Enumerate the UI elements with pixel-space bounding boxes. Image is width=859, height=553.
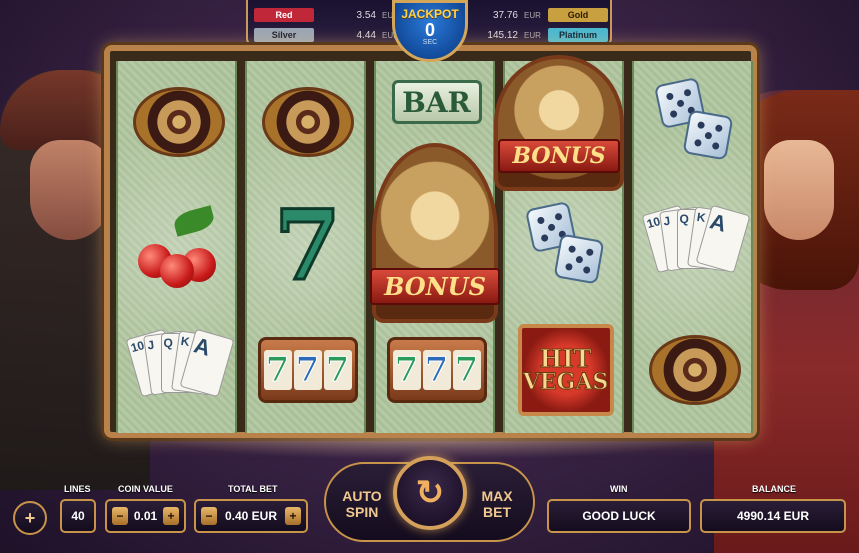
jackpot-tier-currency: EUR <box>524 30 541 40</box>
hit-vegas-icon: HIT VEGAS <box>517 324 614 416</box>
lines-display: 40 <box>60 499 96 533</box>
hit-text: HIT <box>539 344 592 373</box>
jackpot-tier-silver: Silver 4.44 EUR <box>254 26 406 44</box>
symbol-roulette <box>124 67 233 177</box>
cherry-icon <box>134 205 224 288</box>
seven-digit: 7 <box>323 350 352 391</box>
jackpot-tier-platinum: 145.12 EUR Platinum <box>478 26 608 44</box>
symbol-seven: 7 <box>253 191 362 301</box>
lines-value: 40 <box>71 509 85 523</box>
win-label: WIN <box>610 484 628 494</box>
playing-cards-icon: 10 J Q K A <box>641 201 750 291</box>
roulette-wheel-icon <box>261 87 354 157</box>
bonus-wheel-symbol: BONUS <box>370 143 500 323</box>
reel-1: 10 J Q K A <box>116 61 237 433</box>
coin-value: 0.01 <box>133 509 158 523</box>
bar-icon: BAR <box>391 80 482 124</box>
jackpot-tier-name: Red <box>254 8 314 22</box>
symbol-triple-seven: 777 <box>253 315 362 425</box>
seven-digit: 7 <box>263 350 292 391</box>
balance-value: 4990.14 EUR <box>736 509 810 523</box>
symbol-roulette <box>640 315 749 425</box>
bonus-wheel-symbol: BONUS <box>494 55 624 191</box>
total-bet-plus-button[interactable]: + <box>285 507 301 525</box>
max-bet-button[interactable]: MAX BET <box>467 488 527 520</box>
roulette-wheel-icon <box>648 335 741 405</box>
reel-5: 10 J Q K A <box>632 61 753 433</box>
bonus-label: BONUS <box>498 139 620 173</box>
dice-icon <box>650 76 740 167</box>
coin-value-control: − 0.01 + <box>105 499 186 533</box>
spin-arrow-icon: ↻ <box>415 474 445 512</box>
playing-cards-icon: 10 J Q K A <box>125 325 234 415</box>
symbol-dice <box>640 67 749 177</box>
showgirl-face <box>764 140 834 240</box>
seven-digit: 7 <box>422 350 451 391</box>
seven-digit: 7 <box>452 350 481 391</box>
total-bet-minus-button[interactable]: − <box>201 507 217 525</box>
balance-label: BALANCE <box>752 484 796 494</box>
dice-icon <box>521 200 611 291</box>
jackpot-unit: SEC <box>422 39 438 46</box>
jackpot-seconds: 0 <box>424 20 435 40</box>
seven-digit: 7 <box>293 350 322 391</box>
win-value: GOOD LUCK <box>582 509 656 523</box>
reel-2: 7 777 <box>245 61 366 433</box>
seven-icon: 7 <box>273 189 343 302</box>
vegas-text: VEGAS <box>522 369 609 395</box>
win-display: GOOD LUCK <box>547 499 691 533</box>
coin-value-plus-button[interactable]: + <box>162 507 179 525</box>
jackpot-tier-name: Gold <box>548 8 608 22</box>
jackpot-tier-currency: EUR <box>524 10 541 20</box>
gangster-face <box>30 140 110 240</box>
menu-plus-button[interactable]: + <box>13 501 47 535</box>
jackpot-tier-value: 4.44 <box>356 29 376 41</box>
spin-button[interactable]: ↻ <box>393 456 467 530</box>
symbol-dice <box>511 191 620 301</box>
symbol-bar: BAR <box>382 67 491 137</box>
jackpot-title: JACKPOT <box>401 7 459 21</box>
balance-display: 4990.14 EUR <box>700 499 846 533</box>
total-bet-value: 0.40 EUR <box>224 509 278 523</box>
jackpot-tier-gold: 37.76 EUR Gold <box>478 6 608 24</box>
jackpot-tier-name: Silver <box>254 28 314 42</box>
jackpot-tier-value: 3.54 <box>356 9 376 21</box>
seven-digit: 7 <box>392 350 421 391</box>
reels-frame: 10 J Q K A 7 777 BAR 777 HIT VEGAS 10 J … <box>104 45 757 438</box>
triple-seven-icon: 777 <box>386 337 487 403</box>
lines-label: LINES <box>64 484 91 494</box>
jackpot-tier-value: 145.12 <box>487 29 518 41</box>
symbol-triple-seven: 777 <box>382 315 491 425</box>
symbol-cards: 10 J Q K A <box>640 191 750 301</box>
jackpot-tier-name: Platinum <box>548 28 608 42</box>
symbol-cherry <box>124 191 233 301</box>
total-bet-label: TOTAL BET <box>228 484 278 494</box>
triple-seven-icon: 777 <box>257 337 358 403</box>
auto-spin-button[interactable]: AUTO SPIN <box>332 488 392 520</box>
symbol-roulette <box>253 67 362 177</box>
coin-value-minus-button[interactable]: − <box>112 507 128 525</box>
symbol-hit-vegas: HIT VEGAS <box>511 315 620 425</box>
jackpot-tier-red: Red 3.54 EUR <box>254 6 406 24</box>
coin-value-label: COIN VALUE <box>118 484 173 494</box>
jackpot-tier-value: 37.76 <box>492 9 518 21</box>
symbol-cards: 10 J Q K A <box>124 315 234 425</box>
roulette-wheel-icon <box>132 87 225 157</box>
bonus-label: BONUS <box>370 268 500 305</box>
total-bet-control: − 0.40 EUR + <box>194 499 308 533</box>
